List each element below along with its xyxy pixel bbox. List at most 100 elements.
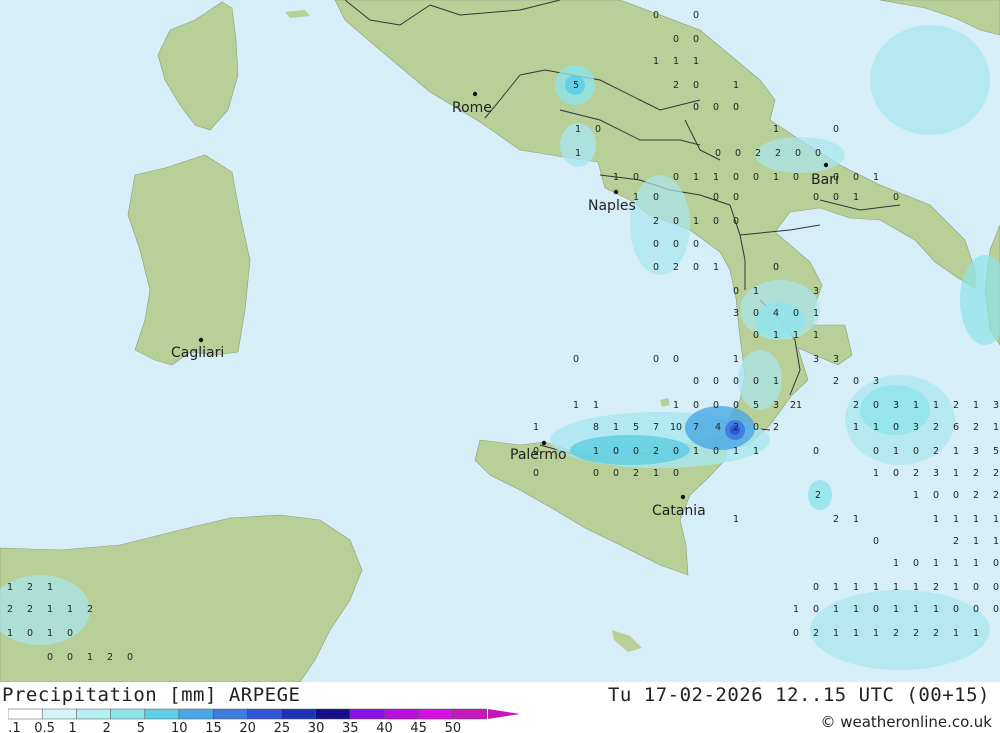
legend-label-13: 50 bbox=[445, 721, 462, 733]
precip-value: 1 bbox=[813, 330, 819, 341]
city-dot-icon bbox=[823, 162, 829, 168]
precip-value: 0 bbox=[67, 652, 73, 663]
precip-value: 1 bbox=[593, 446, 599, 457]
precip-value: 1 bbox=[533, 422, 539, 433]
precip-value: 0 bbox=[733, 286, 739, 297]
precip-value: 2 bbox=[953, 400, 959, 411]
precip-value: 0 bbox=[613, 468, 619, 479]
city-label-catania: Catania bbox=[652, 503, 706, 519]
precip-value: 5 bbox=[753, 400, 759, 411]
precip-value: 2 bbox=[673, 262, 679, 273]
precip-value: 1 bbox=[853, 192, 859, 203]
precip-value: 1 bbox=[933, 400, 939, 411]
precip-value: 0 bbox=[715, 148, 721, 159]
precip-value: 1 bbox=[693, 172, 699, 183]
precip-value: 2 bbox=[653, 216, 659, 227]
precipitation-map: 0 0 0 0 1 1 1 5 2 0 1 0 0 0 1 0 1 0 0 0 2 2 0 0 1 1 0 0 1 1 0 0 1 0 0 0 1 1 0 0… bbox=[0, 0, 1000, 682]
precip-value: 1 bbox=[613, 422, 619, 433]
precip-value: 0 bbox=[793, 172, 799, 183]
legend-label-12: 45 bbox=[410, 721, 427, 733]
precip-value: 0 bbox=[27, 628, 33, 639]
precip-value: 0 bbox=[693, 262, 699, 273]
precip-value: 1 bbox=[773, 376, 779, 387]
precip-value: 1 bbox=[673, 56, 679, 67]
precip-value: 1 bbox=[813, 308, 819, 319]
precip-value: 0 bbox=[595, 124, 601, 135]
legend-swatch-12 bbox=[418, 708, 453, 720]
legend-label-7: 20 bbox=[239, 721, 256, 733]
precip-value: 2 bbox=[973, 422, 979, 433]
precip-value: 0 bbox=[913, 558, 919, 569]
precip-value: 0 bbox=[653, 239, 659, 250]
precip-value: 0 bbox=[753, 376, 759, 387]
precip-value: 1 bbox=[575, 148, 581, 159]
legend-swatch-13 bbox=[452, 708, 488, 720]
precip-value: 0 bbox=[973, 604, 979, 615]
precip-value: 4 bbox=[773, 308, 779, 319]
precip-value: 2 bbox=[933, 628, 939, 639]
precip-value: 0 bbox=[633, 172, 639, 183]
precip-value: 1 bbox=[833, 628, 839, 639]
precip-value: 1 bbox=[575, 124, 581, 135]
precip-value: 0 bbox=[753, 308, 759, 319]
precip-value: 1 bbox=[893, 558, 899, 569]
legend-swatch-6 bbox=[212, 708, 248, 720]
precipitation-legend: 0.10.5125101520253035404550 bbox=[8, 708, 520, 733]
precip-value: 0 bbox=[713, 192, 719, 203]
legend-swatches bbox=[8, 708, 488, 720]
precip-value: 2 bbox=[107, 652, 113, 663]
precip-value: 1 bbox=[733, 354, 739, 365]
precip-value: 0 bbox=[713, 216, 719, 227]
precip-value: 0 bbox=[47, 652, 53, 663]
precip-value: 0 bbox=[793, 628, 799, 639]
precip-value: 1 bbox=[953, 558, 959, 569]
precip-value: 2 bbox=[773, 422, 779, 433]
precip-value: 0 bbox=[593, 468, 599, 479]
precip-value: 0 bbox=[873, 400, 879, 411]
precip-value: 3 bbox=[893, 400, 899, 411]
precip-value: 0 bbox=[653, 192, 659, 203]
precip-value: 0 bbox=[833, 192, 839, 203]
legend-swatch-2 bbox=[76, 708, 111, 720]
precip-value: 0 bbox=[693, 80, 699, 91]
precip-value: 1 bbox=[973, 536, 979, 547]
precip-value: 2 bbox=[653, 446, 659, 457]
precip-value: 2 bbox=[933, 582, 939, 593]
precip-value: 0 bbox=[653, 262, 659, 273]
legend-label-10: 35 bbox=[342, 721, 359, 733]
precip-value: 2 bbox=[633, 468, 639, 479]
precip-value: 1 bbox=[893, 582, 899, 593]
precip-value: 1 bbox=[853, 628, 859, 639]
precip-value: 1 bbox=[713, 262, 719, 273]
precip-value: 1 bbox=[47, 604, 53, 615]
precip-value: 0 bbox=[833, 124, 839, 135]
precip-value: 0 bbox=[673, 216, 679, 227]
precip-value: 2 bbox=[673, 80, 679, 91]
copyright-link[interactable]: © weatheronline.co.uk bbox=[820, 713, 992, 731]
precip-value: 2 bbox=[833, 514, 839, 525]
precip-value: 0 bbox=[953, 490, 959, 501]
precip-value: 1 bbox=[953, 628, 959, 639]
precip-value: 0 bbox=[653, 10, 659, 21]
precip-value: 0 bbox=[813, 604, 819, 615]
precip-value: 8 bbox=[593, 422, 599, 433]
legend-swatch-9 bbox=[315, 708, 351, 720]
precip-value: 0 bbox=[613, 446, 619, 457]
precip-value: 2 bbox=[833, 376, 839, 387]
precip-value: 0 bbox=[793, 308, 799, 319]
precip-value: 0 bbox=[813, 582, 819, 593]
precip-value: 0 bbox=[673, 34, 679, 45]
precip-value: 1 bbox=[933, 558, 939, 569]
precip-value: 0 bbox=[713, 102, 719, 113]
precip-value: 0 bbox=[795, 148, 801, 159]
precip-value: 1 bbox=[613, 172, 619, 183]
precip-value: 5 bbox=[993, 446, 999, 457]
precip-value: 0 bbox=[753, 330, 759, 341]
precip-value: 1 bbox=[853, 582, 859, 593]
precip-value: 2 bbox=[27, 582, 33, 593]
precip-value: 0 bbox=[813, 446, 819, 457]
precip-value: 2 bbox=[913, 628, 919, 639]
legend-label-5: 10 bbox=[171, 721, 188, 733]
city-dot-icon bbox=[613, 189, 619, 195]
precip-value: 1 bbox=[733, 446, 739, 457]
